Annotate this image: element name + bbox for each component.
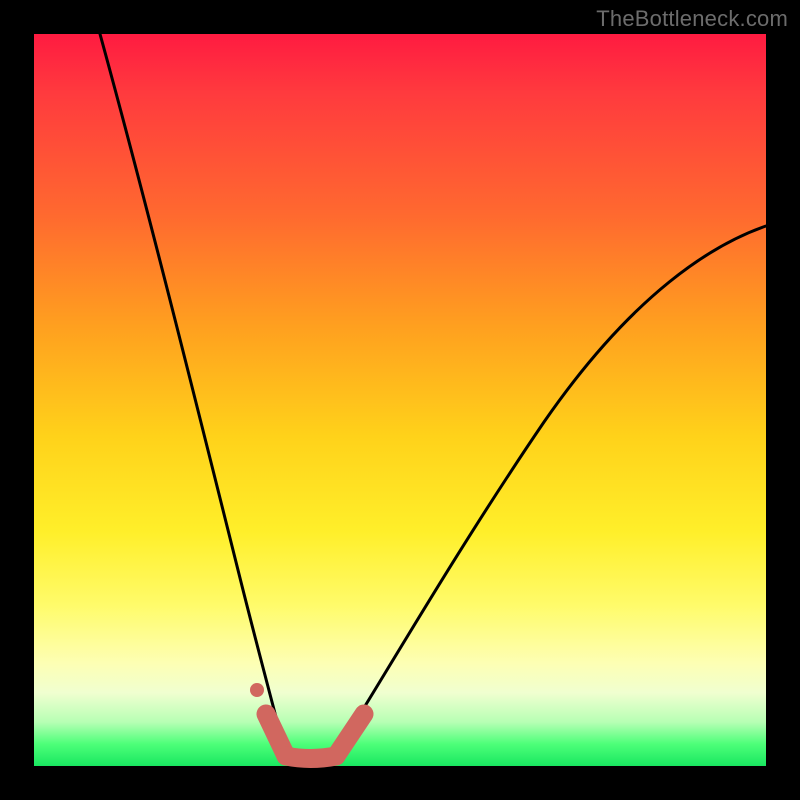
curve-layer xyxy=(34,34,766,766)
bottleneck-left-curve xyxy=(100,34,288,756)
bottleneck-right-curve xyxy=(334,226,766,756)
marker-thick-right xyxy=(336,714,364,756)
watermark-text: TheBottleneck.com xyxy=(596,6,788,32)
plot-area xyxy=(34,34,766,766)
outer-frame: TheBottleneck.com xyxy=(0,0,800,800)
marker-dot-left xyxy=(250,683,264,697)
